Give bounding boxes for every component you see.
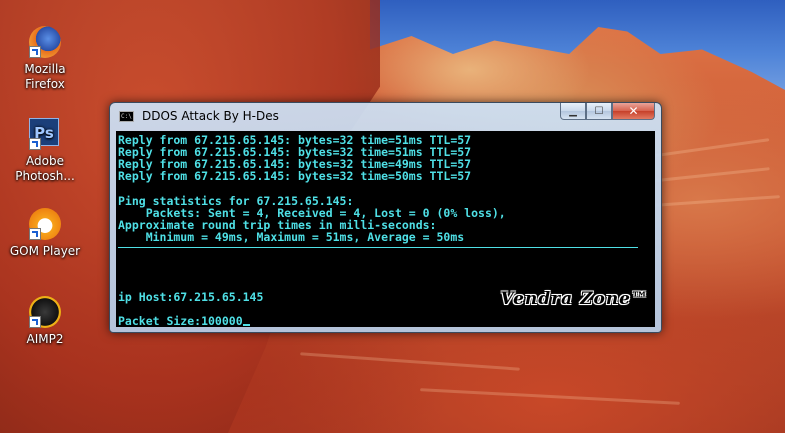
brand-logo: Vendra Zone™ xyxy=(500,289,649,309)
desktop-icon-label: Adobe Photosh... xyxy=(15,154,75,183)
window-title: DDOS Attack By H-Des xyxy=(142,109,279,123)
gom-player-icon xyxy=(29,208,61,240)
firefox-icon xyxy=(29,26,61,58)
desktop-icon-label: GOM Player xyxy=(9,244,81,258)
shortcut-arrow-icon xyxy=(29,228,41,240)
packet-size-text: Packet Size:100000 xyxy=(118,314,243,327)
desktop-icon-firefox[interactable]: Mozilla Firefox xyxy=(5,26,85,92)
ip-host-line: ip Host:67.215.65.145 xyxy=(118,290,264,304)
photoshop-icon: Ps xyxy=(29,118,61,150)
packet-size-line[interactable]: Packet Size:100000 xyxy=(118,315,250,327)
desktop-icon-gom-player[interactable]: GOM Player xyxy=(5,208,85,259)
console-line: Reply from 67.215.65.145: bytes=32 time=… xyxy=(118,169,472,183)
shortcut-arrow-icon xyxy=(29,138,41,150)
console-window[interactable]: C:\ DDOS Attack By H-Des ▁ ☐ ✕ Reply fro… xyxy=(109,102,662,333)
desktop-icon-label: AIMP2 xyxy=(26,332,64,346)
wallpaper-stripe xyxy=(300,352,520,371)
wallpaper-sky xyxy=(370,0,785,90)
maximize-button[interactable]: ☐ xyxy=(586,103,612,120)
console-line: Minimum = 49ms, Maximum = 51ms, Average … xyxy=(118,230,465,244)
shortcut-arrow-icon xyxy=(29,46,41,58)
aimp-icon xyxy=(29,296,61,328)
window-controls: ▁ ☐ ✕ xyxy=(560,103,655,121)
desktop-icon-photoshop[interactable]: Ps Adobe Photosh... xyxy=(5,116,85,184)
shortcut-arrow-icon xyxy=(29,316,41,328)
wallpaper-stripe xyxy=(420,388,680,405)
window-titlebar[interactable]: C:\ DDOS Attack By H-Des ▁ ☐ ✕ xyxy=(110,103,661,129)
desktop-icon-aimp[interactable]: AIMP2 xyxy=(5,296,85,347)
console-separator xyxy=(118,247,638,248)
minimize-button[interactable]: ▁ xyxy=(560,103,586,120)
desktop-icon-label: Mozilla Firefox xyxy=(24,62,66,91)
cmd-icon[interactable]: C:\ xyxy=(119,111,134,122)
close-button[interactable]: ✕ xyxy=(612,103,655,120)
text-cursor xyxy=(242,324,250,326)
console-output[interactable]: Reply from 67.215.65.145: bytes=32 time=… xyxy=(116,131,655,327)
